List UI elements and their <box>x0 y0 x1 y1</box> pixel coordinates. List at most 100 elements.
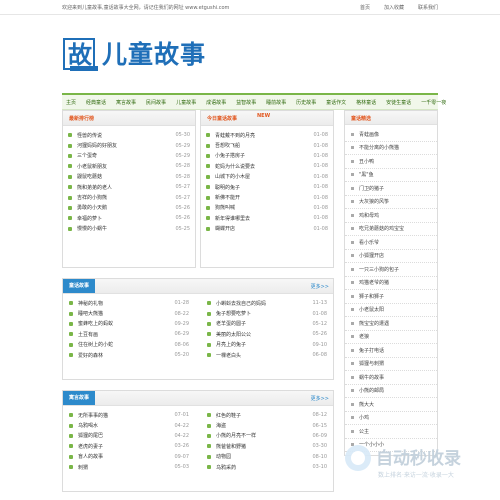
sidebar-item[interactable]: 大灰狼的风筝 <box>345 196 437 209</box>
site-logo[interactable]: 故 儿童故事 <box>62 35 206 74</box>
list-item[interactable]: 刺猬 05-03 <box>69 462 189 472</box>
list-item[interactable]: 熊爸爸和野猪 03-30 <box>207 441 327 451</box>
nav-folk-tales[interactable]: 民间故事 <box>146 99 166 106</box>
sidebar-item[interactable]: 小狐狸开店 <box>345 250 437 263</box>
sidebar-item[interactable]: 鸡猫老爷的猪 <box>345 277 437 290</box>
sidebar-item[interactable]: 小鸡 <box>345 412 437 425</box>
list-item[interactable]: 红色的鞋子 08-12 <box>207 410 327 420</box>
sidebar-item[interactable]: 青蛙画像 <box>345 128 437 142</box>
list-item[interactable]: 兔子想要吃萝卜 01-08 <box>207 308 327 318</box>
nav-andersen[interactable]: 安徒生童话 <box>386 99 411 106</box>
nav-puzzle-stories[interactable]: 益智故事 <box>236 99 256 106</box>
sidebar-item[interactable]: 蜗牛的故事 <box>345 371 437 385</box>
sidebar-item[interactable]: 不能分离的小熊猫 <box>345 142 437 155</box>
list-item[interactable]: 蜜蜂吃上的蚂蚁 09-29 <box>69 319 189 329</box>
list-item[interactable]: 一棵老白头 06-08 <box>207 350 327 360</box>
sidebar-item[interactable]: 狮子和狮子 <box>345 290 437 304</box>
bullet-icon <box>351 240 354 244</box>
list-item[interactable]: 小蝌蚪去找自己的妈妈 11-13 <box>207 298 327 308</box>
bullet-icon <box>206 226 210 231</box>
list-item[interactable]: 爱好的森林 05-20 <box>69 350 189 360</box>
top-link-home[interactable]: 首页 <box>360 4 370 11</box>
list-item[interactable]: 老羊蛋的圆子 05-12 <box>207 319 327 329</box>
list-item[interactable]: 蝴蝶开店 01-08 <box>206 224 328 234</box>
top-links: 首页 加入收藏 联系我们 <box>360 4 438 11</box>
sidebar-item[interactable]: "黑"鱼 <box>345 169 437 182</box>
sidebar-item[interactable]: 熊大大 <box>345 398 437 412</box>
sidebar-item[interactable]: 老狼 <box>345 331 437 344</box>
more-link[interactable]: 更多>> <box>311 283 329 290</box>
list-item[interactable]: 老虎的妻子 03-26 <box>69 441 189 451</box>
bullet-icon <box>207 332 211 337</box>
nav-fairy-essays[interactable]: 童话作文 <box>326 99 346 106</box>
sidebar-item[interactable]: 看小乐爷 <box>345 236 437 250</box>
sidebar-item[interactable]: 公主 <box>345 425 437 439</box>
bullet-icon <box>351 200 354 204</box>
list-item[interactable]: 新佛不能开 01-08 <box>206 192 328 202</box>
nav-grimm[interactable]: 格林童话 <box>356 99 376 106</box>
list-item[interactable]: 住在树上的小蛇 08-06 <box>69 340 189 350</box>
top-link-contact[interactable]: 联系我们 <box>418 4 438 11</box>
sidebar-item[interactable]: 鸡和母鸡 <box>345 209 437 223</box>
nav-bedtime-stories[interactable]: 睡前故事 <box>266 99 286 106</box>
list-item[interactable]: 怪兽的传说 05-30 <box>68 130 190 140</box>
list-item[interactable]: 土豆有画 06-29 <box>69 329 189 339</box>
list-item[interactable]: 熊和弟弟的老人 05-27 <box>68 182 190 192</box>
nav-fables[interactable]: 寓言故事 <box>116 99 136 106</box>
list-item[interactable]: 山城下的小木屋 01-08 <box>206 172 328 182</box>
sidebar-item[interactable]: 吃兄弟蘑菇的鸡宝宝 <box>345 223 437 236</box>
sidebar-item[interactable]: 狐狸与刺猬 <box>345 358 437 371</box>
list-item[interactable]: 小兔子搭房子 01-08 <box>206 151 328 161</box>
nav-home[interactable]: 主页 <box>66 99 76 106</box>
more-link[interactable]: 更多>> <box>311 395 329 402</box>
nav-classic-fairy-tales[interactable]: 经典童话 <box>86 99 106 106</box>
list-item[interactable]: 狐狸的尾巴 04-22 <box>69 431 189 441</box>
nav-history-stories[interactable]: 历史故事 <box>296 99 316 106</box>
logo-mark-icon: 故 <box>62 36 100 74</box>
welcome-text: 欢迎来到儿童故事,童话故事大全网，请记住我们的网址 www.etgushi.co… <box>62 4 230 11</box>
list-item[interactable]: 聪明的兔子 01-08 <box>206 182 328 192</box>
list-item[interactable]: 吾想吹飞船 01-08 <box>206 140 328 150</box>
sidebar-item[interactable]: 兔子打电话 <box>345 344 437 358</box>
list-item[interactable]: 狗熊叫喊 01-08 <box>206 203 328 213</box>
list-item[interactable]: 月亮上的兔子 09-10 <box>207 340 327 350</box>
list-item[interactable]: 盲人的故事 09-07 <box>69 452 189 462</box>
nav-arabian-nights[interactable]: 一千零一夜 <box>421 99 446 106</box>
list-item[interactable]: 海盗 06-15 <box>207 420 327 430</box>
list-item[interactable]: 乌鸦喝水 04-22 <box>69 420 189 430</box>
sidebar-item[interactable]: 丑小鸭 <box>345 155 437 169</box>
sidebar-item[interactable]: 小熊的邮局 <box>345 385 437 398</box>
bullet-icon <box>207 433 211 438</box>
sidebar-item[interactable]: 小老鼠太阳 <box>345 304 437 317</box>
list-item[interactable]: 无所事事的猫 07-01 <box>69 410 189 420</box>
fable-block: 寓言故事 更多>> 无所事事的猫 07-01 乌鸦喝水 04-22 狐狸的尾巴 04-… <box>62 390 334 492</box>
nav-idiom-stories[interactable]: 成语故事 <box>206 99 226 106</box>
nav-children-stories[interactable]: 儿童故事 <box>176 99 196 106</box>
list-item[interactable]: 勇敢的小天鹅 05-26 <box>68 203 190 213</box>
list-item[interactable]: 三个蛋奇 05-29 <box>68 151 190 161</box>
list-item[interactable]: 小熊的月亮不一样 06-09 <box>207 431 327 441</box>
list-item[interactable]: 青蛙戴不到的月亮 01-08 <box>206 130 328 140</box>
panel-title: 最新排行榜 <box>69 116 95 122</box>
list-item[interactable]: 神秘的礼物 01-28 <box>69 298 189 308</box>
list-item[interactable]: 乌鸦采药 03-10 <box>207 462 327 472</box>
list-item[interactable]: 鼹鼠吃蘑菇 05-28 <box>68 172 190 182</box>
top-link-favorite[interactable]: 加入收藏 <box>384 4 404 11</box>
block-title: 寓言故事 <box>63 391 96 405</box>
list-item[interactable]: 幸福的萝卜 05-26 <box>68 213 190 223</box>
list-item[interactable]: 新年得谁哪里去 01-08 <box>206 213 328 223</box>
list-item[interactable]: 小老鼠新朋友 05-28 <box>68 161 190 171</box>
bullet-icon <box>351 429 354 433</box>
list-item[interactable]: 蛇妈为什么说要去 01-08 <box>206 161 328 171</box>
list-item[interactable]: 吉祥的小狗熊 05-27 <box>68 192 190 202</box>
sidebar-item[interactable]: 门卫的猪子 <box>345 182 437 196</box>
list-item[interactable]: 慢慢的小蜗牛 05-25 <box>68 224 190 234</box>
list-item[interactable]: 动物园 08-10 <box>207 452 327 462</box>
list-item[interactable]: 河狸妈妈的好朋友 05-29 <box>68 140 190 150</box>
bullet-icon <box>68 226 72 231</box>
list-item[interactable]: 美丽的太阳公公 05-26 <box>207 329 327 339</box>
list-item[interactable]: 睡吧大熊猫 08-22 <box>69 308 189 318</box>
sidebar-item[interactable]: 熊宝宝的遭遇 <box>345 317 437 331</box>
sidebar-item[interactable]: 一只三小狗的包子 <box>345 263 437 277</box>
featured-sidebar: 童话精选 青蛙画像 不能分离的小熊猫 丑小鸭 "黑"鱼 门卫的猪子 大灰狼的风筝… <box>344 110 438 456</box>
